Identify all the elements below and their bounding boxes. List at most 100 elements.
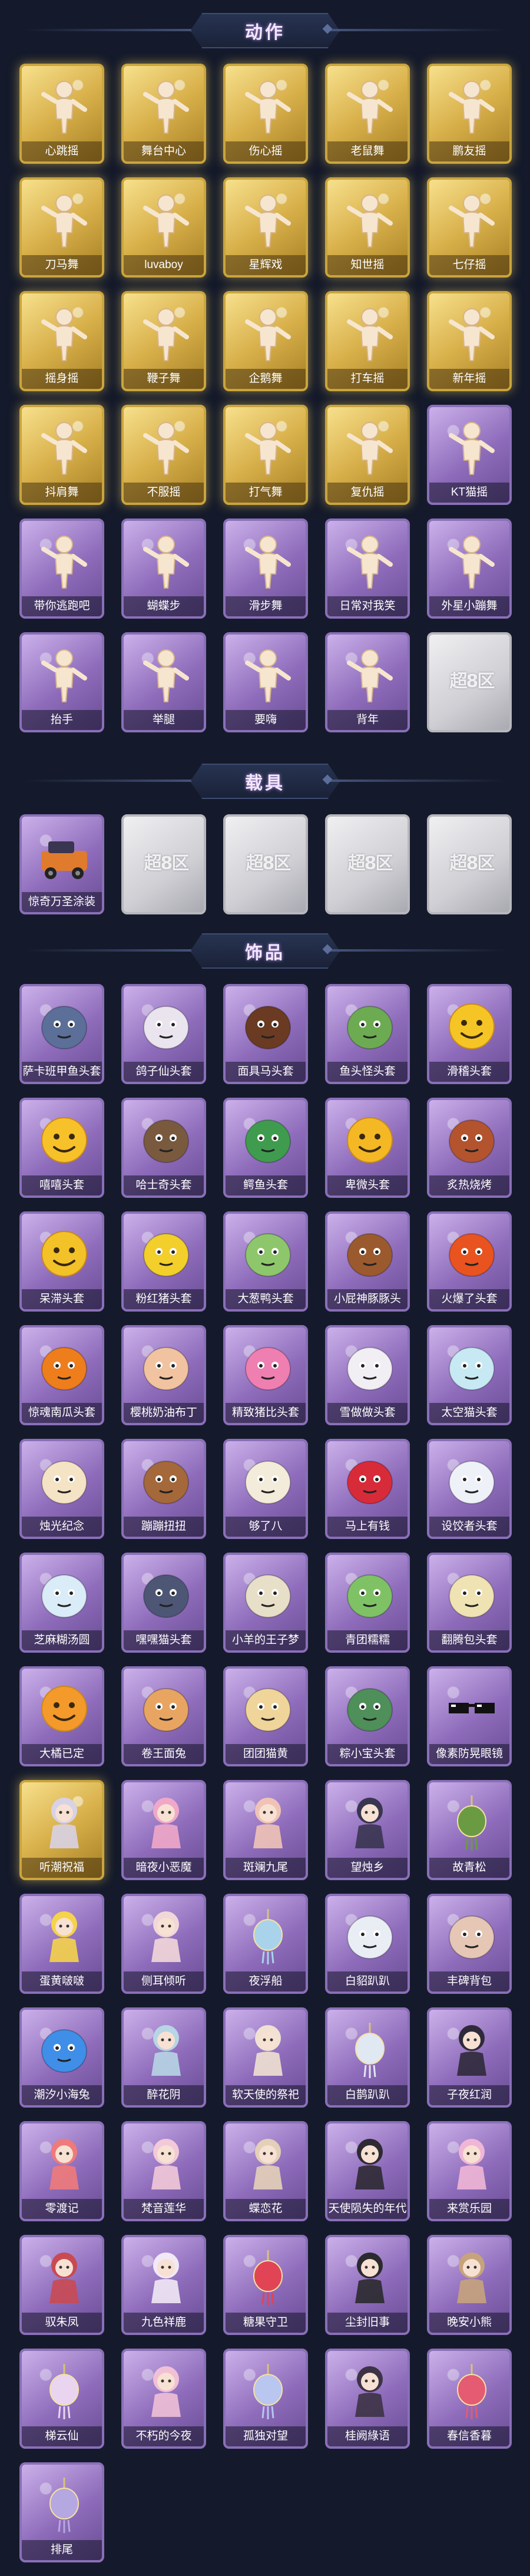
item-tile[interactable]: 天使陨失的年代 xyxy=(325,2121,410,2221)
item-tile[interactable]: 糖果守卫 xyxy=(223,2235,308,2335)
item-tile[interactable]: 复仇摇 xyxy=(325,405,410,505)
item-tile[interactable]: 嘿嘿猫头套 xyxy=(121,1553,206,1653)
item-tile[interactable]: 团团猫黄 xyxy=(223,1666,308,1766)
item-tile[interactable]: 白鹊趴趴 xyxy=(325,2007,410,2108)
item-tile[interactable]: 蛋黄啵啵 xyxy=(19,1894,104,1994)
item-tile[interactable]: 背年 xyxy=(325,632,410,732)
item-tile[interactable]: 嘻嘻头套 xyxy=(19,1098,104,1198)
item-tile[interactable]: 夜浮船 xyxy=(223,1894,308,1994)
item-tile[interactable]: 樱桃奶油布丁 xyxy=(121,1325,206,1425)
item-tile[interactable]: 外星小蹦舞 xyxy=(427,518,512,619)
item-tile[interactable]: 不朽的今夜 xyxy=(121,2349,206,2449)
item-tile[interactable]: 炙热烧烤 xyxy=(427,1098,512,1198)
item-tile[interactable]: 舞台中心 xyxy=(121,64,206,164)
item-tile[interactable]: 听潮祝福 xyxy=(19,1780,104,1880)
item-tile[interactable]: 心跳摇 xyxy=(19,64,104,164)
locked-item-tile[interactable]: 超8区 xyxy=(223,814,308,914)
item-tile[interactable]: 子夜红润 xyxy=(427,2007,512,2108)
item-tile[interactable]: 望烛乡 xyxy=(325,1780,410,1880)
item-tile[interactable]: 小羊的王子梦 xyxy=(223,1553,308,1653)
item-tile[interactable]: 哈士奇头套 xyxy=(121,1098,206,1198)
item-tile[interactable]: 驭朱凤 xyxy=(19,2235,104,2335)
item-tile[interactable]: 雪做做头套 xyxy=(325,1325,410,1425)
item-tile[interactable]: 小屁神豚豚头 xyxy=(325,1211,410,1312)
item-tile[interactable]: 晚安小熊 xyxy=(427,2235,512,2335)
item-tile[interactable]: 软天使的祭祀 xyxy=(223,2007,308,2108)
item-tile[interactable]: 故青松 xyxy=(427,1780,512,1880)
item-tile[interactable]: 九色祥鹿 xyxy=(121,2235,206,2335)
item-tile[interactable]: 滑步舞 xyxy=(223,518,308,619)
item-tile[interactable]: 尘封旧事 xyxy=(325,2235,410,2335)
item-tile[interactable]: 萨卡班甲鱼头套 xyxy=(19,984,104,1084)
item-tile[interactable]: 面具马头套 xyxy=(223,984,308,1084)
locked-item-tile[interactable]: 超8区 xyxy=(325,814,410,914)
item-tile[interactable]: 卑微头套 xyxy=(325,1098,410,1198)
item-tile[interactable]: 丰碑背包 xyxy=(427,1894,512,1994)
item-tile[interactable]: 翻腾包头套 xyxy=(427,1553,512,1653)
item-tile[interactable]: 设饺者头套 xyxy=(427,1439,512,1539)
item-tile[interactable]: 零渡记 xyxy=(19,2121,104,2221)
item-tile[interactable]: 像素防晃眼镜 xyxy=(427,1666,512,1766)
item-tile[interactable]: 桂阙綠语 xyxy=(325,2349,410,2449)
item-tile[interactable]: 孤独对望 xyxy=(223,2349,308,2449)
item-tile[interactable]: 够了八 xyxy=(223,1439,308,1539)
item-tile[interactable]: 太空猫头套 xyxy=(427,1325,512,1425)
item-tile[interactable]: 不服摇 xyxy=(121,405,206,505)
item-tile[interactable]: 摇身摇 xyxy=(19,291,104,391)
item-tile[interactable]: 潮汐小海兔 xyxy=(19,2007,104,2108)
item-tile[interactable]: 蝶恋花 xyxy=(223,2121,308,2221)
item-tile[interactable]: 蹦蹦扭扭 xyxy=(121,1439,206,1539)
item-tile[interactable]: 要嗨 xyxy=(223,632,308,732)
item-tile[interactable]: 伤心摇 xyxy=(223,64,308,164)
item-tile[interactable]: 暗夜小恶魔 xyxy=(121,1780,206,1880)
item-tile[interactable]: 日常对我笑 xyxy=(325,518,410,619)
item-tile[interactable]: luvaboy xyxy=(121,177,206,278)
item-tile[interactable]: 带你逃跑吧 xyxy=(19,518,104,619)
item-tile[interactable]: 鞭子舞 xyxy=(121,291,206,391)
item-tile[interactable]: 抖肩舞 xyxy=(19,405,104,505)
item-tile[interactable]: 星辉戏 xyxy=(223,177,308,278)
item-tile[interactable]: 醉花阴 xyxy=(121,2007,206,2108)
locked-item-tile[interactable]: 超8区 xyxy=(427,632,512,732)
item-tile[interactable]: 精致猪比头套 xyxy=(223,1325,308,1425)
item-tile[interactable]: 梵音莲华 xyxy=(121,2121,206,2221)
item-tile[interactable]: 抬手 xyxy=(19,632,104,732)
item-tile[interactable]: 春信香暮 xyxy=(427,2349,512,2449)
item-tile[interactable]: 鹏友摇 xyxy=(427,64,512,164)
item-tile[interactable]: 刀马舞 xyxy=(19,177,104,278)
item-tile[interactable]: 打气舞 xyxy=(223,405,308,505)
item-tile[interactable]: 火爆了头套 xyxy=(427,1211,512,1312)
item-tile[interactable]: 鱼头怪头套 xyxy=(325,984,410,1084)
item-tile[interactable]: 马上有钱 xyxy=(325,1439,410,1539)
item-tile[interactable]: 企鹅舞 xyxy=(223,291,308,391)
locked-item-tile[interactable]: 超8区 xyxy=(121,814,206,914)
item-tile[interactable]: 侧耳倾听 xyxy=(121,1894,206,1994)
locked-item-tile[interactable]: 超8区 xyxy=(427,814,512,914)
item-tile[interactable]: 烛光纪念 xyxy=(19,1439,104,1539)
item-tile[interactable]: 青团糯糯 xyxy=(325,1553,410,1653)
item-tile[interactable]: 芝麻糊汤圆 xyxy=(19,1553,104,1653)
item-tile[interactable]: 白貂趴趴 xyxy=(325,1894,410,1994)
item-tile[interactable]: 粉红猪头套 xyxy=(121,1211,206,1312)
item-tile[interactable]: 粽小宝头套 xyxy=(325,1666,410,1766)
item-tile[interactable]: 鳄鱼头套 xyxy=(223,1098,308,1198)
item-tile[interactable]: 鸽子仙头套 xyxy=(121,984,206,1084)
item-tile[interactable]: 来赏乐园 xyxy=(427,2121,512,2221)
item-tile[interactable]: 知世摇 xyxy=(325,177,410,278)
item-tile[interactable]: 新年摇 xyxy=(427,291,512,391)
item-tile[interactable]: 大橘已定 xyxy=(19,1666,104,1766)
item-tile[interactable]: 梯云仙 xyxy=(19,2349,104,2449)
item-tile[interactable]: 蝴蝶步 xyxy=(121,518,206,619)
item-tile[interactable]: 呆滞头套 xyxy=(19,1211,104,1312)
item-tile[interactable]: 老鼠舞 xyxy=(325,64,410,164)
item-tile[interactable]: 滑稽头套 xyxy=(427,984,512,1084)
item-tile[interactable]: 卷王面兔 xyxy=(121,1666,206,1766)
item-tile[interactable]: 惊魂南瓜头套 xyxy=(19,1325,104,1425)
item-tile[interactable]: 惊奇万圣涂装 xyxy=(19,814,104,914)
item-tile[interactable]: 斑斓九尾 xyxy=(223,1780,308,1880)
item-tile[interactable]: 七仔摇 xyxy=(427,177,512,278)
item-tile[interactable]: 举腿 xyxy=(121,632,206,732)
item-tile[interactable]: KT猫摇 xyxy=(427,405,512,505)
item-tile[interactable]: 排尾 xyxy=(19,2462,104,2562)
item-tile[interactable]: 大葱鸭头套 xyxy=(223,1211,308,1312)
